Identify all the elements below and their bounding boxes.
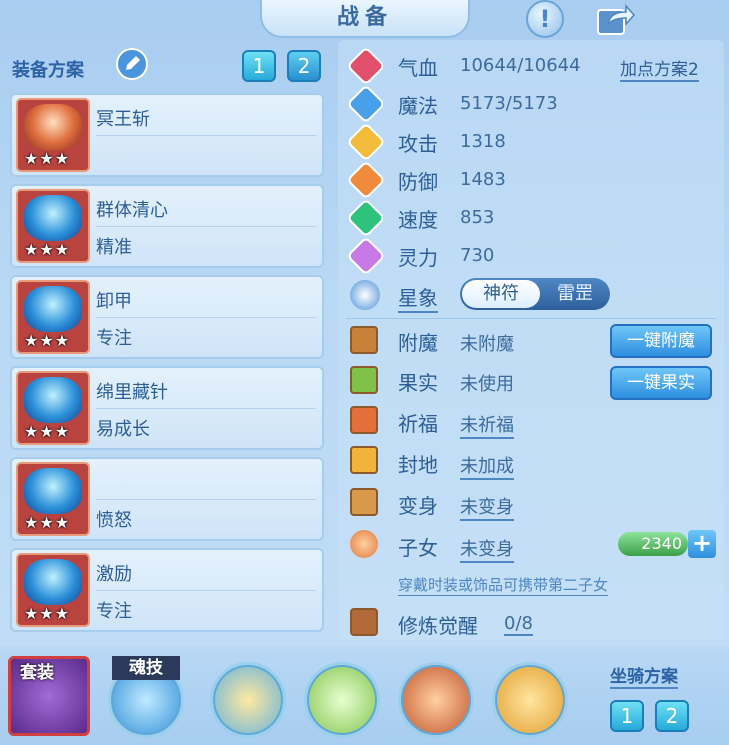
attr-label: 封地: [398, 453, 438, 477]
equipment-card[interactable]: ★★★ 绵里藏针 易成长: [10, 366, 324, 450]
equipment-icon: ★★★: [16, 189, 90, 263]
stat-label: 攻击: [398, 132, 438, 156]
exclamation-icon: !: [539, 5, 551, 33]
equipment-card[interactable]: ★★★ 卸甲 专注: [10, 275, 324, 359]
equipment-icon: ★★★: [16, 371, 90, 445]
equipment-icon: ★★★: [16, 553, 90, 627]
enchant-icon: [350, 326, 378, 354]
equipment-name: 激励: [96, 564, 132, 585]
attr-label: 祈福: [398, 412, 438, 436]
plus-icon: +: [691, 529, 713, 557]
help-button[interactable]: !: [526, 0, 564, 38]
stat-value: 853: [460, 207, 495, 228]
stat-label: 灵力: [398, 246, 438, 270]
attr-value-link[interactable]: 未变身: [460, 493, 514, 521]
toggle-option-shenfu[interactable]: 神符: [462, 280, 540, 308]
transform-icon: [350, 488, 378, 516]
attr-value: 未附魔: [460, 334, 514, 355]
attr-label: 变身: [398, 494, 438, 518]
share-arrow-icon: [597, 4, 636, 35]
attr-value: 未使用: [460, 374, 514, 395]
equipment-card[interactable]: ★★★ 冥王斩: [10, 93, 324, 177]
equipment-trait: 愤怒: [96, 510, 132, 531]
attr-label: 子女: [398, 536, 438, 560]
awaken-icon: [350, 608, 378, 636]
skill-slot-4[interactable]: [492, 662, 568, 738]
equipment-name: 绵里藏针: [96, 382, 168, 403]
page-title: 战备: [260, 0, 470, 38]
share-button[interactable]: [596, 2, 636, 36]
stat-value: 730: [460, 245, 495, 266]
skill-slot-2[interactable]: [304, 662, 380, 738]
astro-icon: [350, 280, 380, 310]
equipment-icon: ★★★: [16, 462, 90, 536]
astro-label[interactable]: 星象: [398, 282, 438, 313]
soul-skill-label: 魂技: [112, 656, 180, 680]
edit-plan-button[interactable]: [116, 48, 148, 80]
equipment-trait: 专注: [96, 601, 132, 622]
awaken-label: 修炼觉醒: [398, 614, 478, 638]
set-label: 套装: [20, 663, 54, 683]
equipment-trait: 专注: [96, 328, 132, 349]
stat-value: 1483: [460, 169, 506, 190]
child-points-badge: 2340: [618, 532, 688, 556]
awaken-value[interactable]: 0/8: [504, 613, 533, 636]
stat-value: 5173/5173: [460, 93, 558, 114]
attr-label: 附魔: [398, 331, 438, 355]
skill-slot-3[interactable]: [398, 662, 474, 738]
attr-value-link[interactable]: 未变身: [460, 535, 514, 563]
attr-label: 果实: [398, 371, 438, 395]
blessing-icon: [350, 406, 378, 434]
second-child-hint[interactable]: 穿戴时装或饰品可携带第二子女: [398, 574, 609, 596]
stat-label: 速度: [398, 208, 438, 232]
stat-value: 1318: [460, 131, 506, 152]
equipment-card[interactable]: ★★★ 激励 专注: [10, 548, 324, 632]
stat-label: 魔法: [398, 94, 438, 118]
mount-plan-1-button[interactable]: 1: [610, 700, 644, 732]
equipment-name: 群体清心: [96, 200, 168, 221]
equipment-trait: 精准: [96, 237, 132, 258]
equipment-plan-label: 装备方案: [12, 60, 84, 81]
skill-slot-1[interactable]: [210, 662, 286, 738]
equipment-card[interactable]: ★★★ 群体清心 精准: [10, 184, 324, 268]
stat-label: 防御: [398, 170, 438, 194]
equipment-card[interactable]: ★★★ 愤怒: [10, 457, 324, 541]
mount-plan-label[interactable]: 坐骑方案: [610, 662, 678, 689]
fief-icon: [350, 446, 378, 474]
one-click-fruit-button[interactable]: 一键果实: [610, 366, 712, 400]
add-point-plan-link[interactable]: 加点方案2: [620, 55, 699, 82]
equipment-plan-1-button[interactable]: 1: [242, 50, 276, 82]
attr-value-link[interactable]: 未加成: [460, 452, 514, 480]
add-child-button[interactable]: +: [688, 530, 716, 558]
equipment-name: 卸甲: [96, 291, 132, 312]
equipment-name: 冥王斩: [96, 109, 150, 130]
attr-value-link[interactable]: 未祈福: [460, 411, 514, 439]
pencil-icon: [126, 56, 140, 70]
one-click-enchant-button[interactable]: 一键附魔: [610, 324, 712, 358]
stat-label: 气血: [398, 56, 438, 80]
fruit-icon: [350, 366, 378, 394]
equipment-icon: ★★★: [16, 98, 90, 172]
mount-plan-2-button[interactable]: 2: [655, 700, 689, 732]
equipment-plan-2-button[interactable]: 2: [287, 50, 321, 82]
equipment-icon: ★★★: [16, 280, 90, 354]
toggle-option-leigang[interactable]: 雷罡: [540, 280, 610, 308]
children-icon: [350, 530, 378, 558]
stat-value: 10644/10644: [460, 55, 581, 76]
equipment-trait: 易成长: [96, 419, 150, 440]
